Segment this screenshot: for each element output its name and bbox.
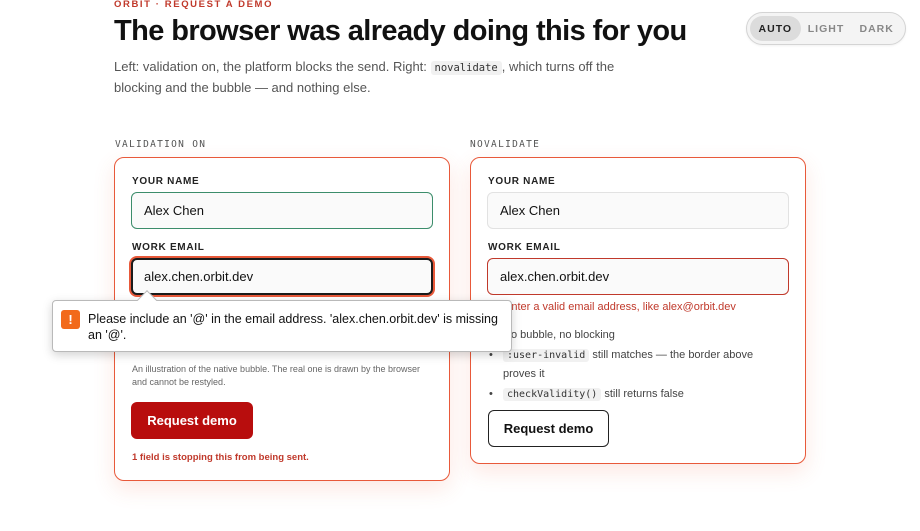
name-input[interactable]: Alex Chen xyxy=(131,192,433,229)
email-error-text: Enter a valid email address, like alex@o… xyxy=(504,301,736,313)
novalidate-card: YOUR NAME Alex Chen WORK EMAIL alex.chen… xyxy=(470,157,806,464)
page-title: The browser was already doing this for y… xyxy=(114,15,687,47)
theme-option-light[interactable]: LIGHT xyxy=(801,16,852,41)
bullet-text: No bubble, no blocking xyxy=(503,329,615,341)
bubble-note: An illustration of the native bubble. Th… xyxy=(132,364,420,387)
bullet-code-chip: checkValidity() xyxy=(503,388,602,401)
list-item: checkValidity() still returns false xyxy=(489,385,789,404)
theme-toggle: AUTO LIGHT DARK xyxy=(746,12,906,45)
left-column-label: VALIDATION ON xyxy=(115,139,207,150)
subtitle-text-1: Left: validation on, the platform blocks… xyxy=(114,59,431,74)
email-input[interactable]: alex.chen.orbit.dev xyxy=(487,258,789,295)
email-error-message: Enter a valid email address, like alex@o… xyxy=(489,301,736,313)
name-label: YOUR NAME xyxy=(488,176,556,187)
theme-option-dark[interactable]: DARK xyxy=(851,16,902,41)
email-label: WORK EMAIL xyxy=(488,242,561,253)
bullet-code-chip: :user-invalid xyxy=(503,349,590,362)
name-input[interactable]: Alex Chen xyxy=(487,192,789,229)
name-label: YOUR NAME xyxy=(132,176,200,187)
eyebrow: ORBIT · REQUEST A DEMO xyxy=(114,0,274,10)
subtitle-code-chip: novalidate xyxy=(430,61,502,75)
warning-icon: ! xyxy=(61,310,80,329)
right-column-label: NOVALIDATE xyxy=(470,139,541,150)
email-label: WORK EMAIL xyxy=(132,242,205,253)
list-item: No bubble, no blocking xyxy=(489,326,789,344)
behavior-list: No bubble, no blocking :user-invalid sti… xyxy=(489,326,789,406)
page-subtitle: Left: validation on, the platform blocks… xyxy=(114,57,654,97)
bubble-message: Please include an '@' in the email addre… xyxy=(88,312,498,342)
blocking-status: 1 field is stopping this from being sent… xyxy=(132,452,309,463)
request-demo-button[interactable]: Request demo xyxy=(488,410,609,447)
list-item: :user-invalid still matches — the border… xyxy=(489,346,789,383)
email-input[interactable]: alex.chen.orbit.dev xyxy=(131,258,433,295)
bullet-text: still returns false xyxy=(601,388,684,400)
theme-option-auto[interactable]: AUTO xyxy=(750,16,801,41)
request-demo-button[interactable]: Request demo xyxy=(131,402,253,439)
validation-bubble: ! Please include an '@' in the email add… xyxy=(52,290,512,352)
